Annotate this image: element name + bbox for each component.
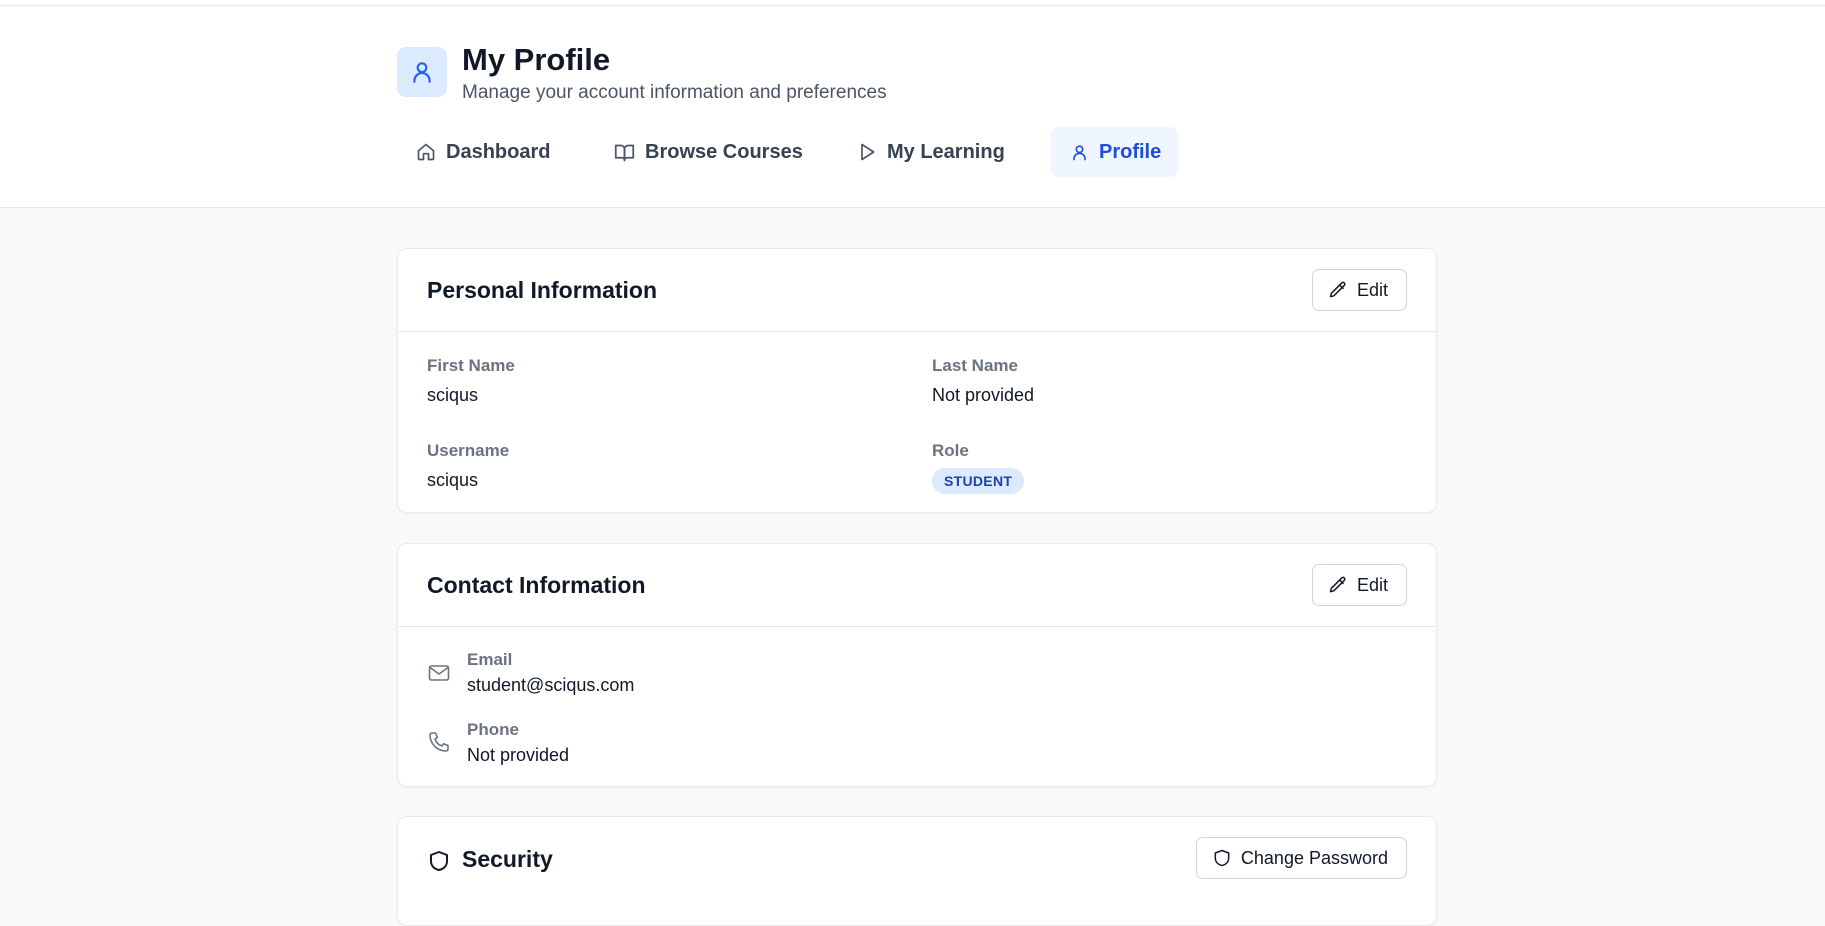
last-name-label: Last Name xyxy=(932,356,1018,375)
change-password-label: Change Password xyxy=(1240,847,1388,868)
personal-info-title: Personal Information xyxy=(427,277,658,303)
page-subtitle: Manage your account information and pref… xyxy=(462,82,887,103)
phone-icon xyxy=(429,732,449,752)
email-label: Email xyxy=(467,650,513,669)
contact-info-title: Contact Information xyxy=(427,572,646,598)
pencil-icon xyxy=(1329,576,1346,593)
username-value: sciqus xyxy=(427,470,479,490)
profile-avatar xyxy=(397,47,447,97)
email-value: student@sciqus.com xyxy=(467,675,635,695)
book-open-icon xyxy=(614,144,635,161)
last-name-value: Not provided xyxy=(932,385,1035,405)
phone-label: Phone xyxy=(467,720,519,739)
contact-info-header: Contact Information Edit xyxy=(398,544,1436,627)
nav-my-learning-label: My Learning xyxy=(887,140,1005,163)
personal-info-card: Personal Information Edit First Name sci… xyxy=(397,248,1437,513)
edit-personal-info-button[interactable]: Edit xyxy=(1311,269,1407,311)
first-name-value: sciqus xyxy=(427,385,479,405)
contact-info-card: Contact Information Edit Email student@s… xyxy=(397,543,1437,787)
nav-profile-label: Profile xyxy=(1099,140,1162,163)
home-icon xyxy=(417,143,435,161)
nav-profile[interactable]: Profile xyxy=(1051,127,1179,177)
play-icon xyxy=(861,143,875,161)
user-icon xyxy=(1073,144,1086,160)
username-label: Username xyxy=(427,441,510,460)
edit-label: Edit xyxy=(1356,279,1388,300)
page-title: My Profile xyxy=(462,42,611,77)
edit-contact-info-button[interactable]: Edit xyxy=(1311,564,1407,606)
user-icon xyxy=(413,62,431,83)
role-badge: STUDENT xyxy=(932,468,1025,494)
nav-my-learning[interactable]: My Learning xyxy=(838,127,1024,177)
top-strip xyxy=(0,0,1825,6)
security-card: Security Change Password xyxy=(397,816,1437,926)
security-title: Security xyxy=(462,846,553,872)
role-label: Role xyxy=(932,441,969,460)
nav-dashboard-label: Dashboard xyxy=(446,140,551,163)
shield-icon xyxy=(1214,849,1230,867)
shield-icon xyxy=(430,851,448,871)
edit-label: Edit xyxy=(1356,574,1388,595)
mail-icon xyxy=(428,665,450,681)
change-password-button[interactable]: Change Password xyxy=(1195,837,1407,879)
pencil-icon xyxy=(1329,281,1346,298)
phone-value: Not provided xyxy=(467,745,570,765)
nav-browse-courses-label: Browse Courses xyxy=(645,140,803,163)
first-name-label: First Name xyxy=(427,356,515,375)
nav-dashboard[interactable]: Dashboard xyxy=(397,127,569,177)
nav-browse-courses[interactable]: Browse Courses xyxy=(595,127,822,177)
page-header: My Profile Manage your account informati… xyxy=(0,7,1825,208)
personal-info-header: Personal Information Edit xyxy=(398,249,1436,332)
